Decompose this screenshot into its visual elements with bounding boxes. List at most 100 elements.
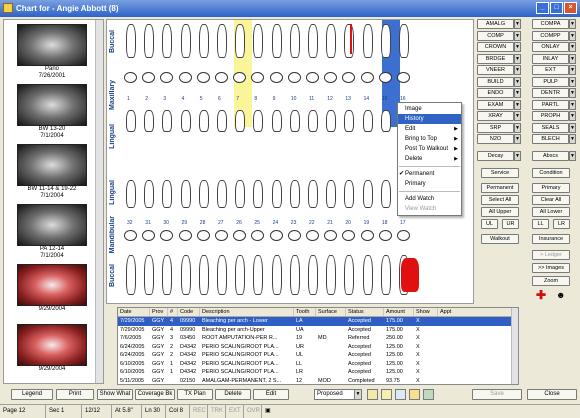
col-description[interactable]: Description — [200, 308, 294, 316]
chevron-down-icon[interactable]: ▼ — [514, 111, 521, 121]
lower-lingual-tooth[interactable] — [271, 180, 282, 208]
lower-occlusal-tooth[interactable] — [233, 230, 247, 241]
upper-buccal-tooth[interactable] — [289, 24, 300, 58]
col-show[interactable]: Show — [414, 308, 438, 316]
lower-buccal-tooth[interactable] — [344, 255, 355, 295]
col-tooth[interactable]: Tooth — [294, 308, 316, 316]
lower-lingual-tooth[interactable] — [126, 180, 136, 208]
proc-left-xray-button[interactable]: XRAY — [477, 111, 514, 121]
lower-occlusal-tooth[interactable] — [397, 230, 410, 241]
proc-left-amalg-button[interactable]: AMALG — [477, 19, 514, 29]
image-thumb[interactable]: 9/29/2004 — [10, 324, 94, 373]
lower-lingual-tooth[interactable] — [180, 180, 191, 208]
image-thumb[interactable]: Pano 7/26/2001 — [10, 24, 94, 80]
lr-button[interactable]: LR — [553, 219, 570, 229]
upper-buccal-tooth[interactable] — [126, 24, 136, 58]
proc-left-vneer-button[interactable]: VNEER — [477, 65, 514, 75]
primary-button[interactable]: Primary — [532, 183, 570, 193]
upper-buccal-tooth[interactable] — [362, 24, 373, 58]
lower-lingual-tooth[interactable] — [144, 180, 155, 208]
upper-occlusal-tooth[interactable] — [160, 72, 174, 83]
proc-left-brdge-button[interactable]: BRDGE — [477, 53, 514, 64]
camera-icon[interactable] — [423, 389, 434, 400]
lower-lingual-tooth[interactable] — [344, 180, 355, 208]
table-row[interactable]: 6/24/2005 GGY 2 D4342 PERIO SCALING/ROOT PLA… — [118, 343, 518, 352]
lower-buccal-tooth[interactable] — [308, 255, 318, 295]
proc-right-compp-button[interactable]: COMPP — [532, 30, 569, 41]
chevron-down-icon[interactable]: ▼ — [569, 19, 576, 29]
upper-lingual-tooth[interactable] — [126, 110, 136, 132]
chevron-down-icon[interactable]: ▼ — [514, 42, 521, 52]
menu-item-permanent[interactable]: ✔ Permanent — [398, 169, 461, 179]
proc-left-srp-button[interactable]: SRP — [477, 122, 514, 133]
table-row[interactable]: 6/24/2005 GGY 2 D4342 PERIO SCALING/ROOT PLA… — [118, 351, 518, 360]
chevron-down-icon[interactable]: ▼ — [514, 30, 521, 41]
lower-lingual-tooth[interactable] — [162, 180, 173, 208]
lower-lingual-tooth[interactable] — [289, 180, 300, 208]
chevron-down-icon[interactable]: ▼ — [514, 134, 521, 144]
chevron-down-icon[interactable]: ▼ — [569, 99, 576, 110]
lower-occlusal-tooth[interactable] — [160, 230, 174, 241]
lower-occlusal-tooth[interactable] — [269, 230, 283, 241]
upper-lingual-tooth[interactable] — [326, 110, 337, 132]
upper-lingual-tooth[interactable] — [162, 110, 173, 132]
proc-right-seals-button[interactable]: SEALS — [532, 122, 569, 133]
upper-lingual-tooth[interactable] — [308, 110, 318, 132]
lower-buccal-tooth[interactable] — [380, 255, 391, 295]
chevron-down-icon[interactable]: ▼ — [569, 42, 576, 52]
upper-lingual-tooth[interactable] — [253, 110, 264, 132]
lower-buccal-tooth[interactable] — [126, 255, 136, 295]
lower-occlusal-tooth[interactable] — [178, 230, 192, 241]
chevron-down-icon[interactable]: ▼ — [569, 65, 576, 75]
upper-buccal-tooth[interactable] — [198, 24, 209, 58]
grid-scrollbar[interactable] — [511, 308, 518, 384]
proc-left-crown-button[interactable]: CROWN — [477, 42, 514, 52]
lower-buccal-tooth[interactable] — [289, 255, 300, 295]
lower-buccal-tooth[interactable] — [198, 255, 209, 295]
chevron-down-icon[interactable]: ▼ — [514, 99, 521, 110]
clear-all-button[interactable]: Clear All — [532, 195, 570, 205]
upper-buccal-tooth[interactable] — [144, 24, 155, 58]
upper-lingual-tooth[interactable] — [217, 110, 227, 132]
upper-occlusal-tooth[interactable] — [178, 72, 192, 83]
upper-occlusal-tooth[interactable] — [124, 72, 137, 83]
proc-right-onlay-button[interactable]: ONLAY — [532, 42, 569, 52]
coverage-button[interactable]: Coverage Bk — [135, 389, 175, 400]
lower-buccal-tooth[interactable] — [217, 255, 227, 295]
show-what-button[interactable]: Show What — [97, 389, 133, 400]
color-picker-icon[interactable] — [381, 389, 392, 400]
ul-button[interactable]: UL — [481, 219, 498, 229]
upper-lingual-tooth[interactable] — [235, 110, 246, 132]
chevron-down-icon[interactable]: ▼ — [569, 134, 576, 144]
upper-occlusal-tooth[interactable] — [360, 72, 374, 83]
upper-buccal-tooth[interactable] — [162, 24, 173, 58]
images-button[interactable]: >> Images — [532, 263, 570, 273]
walkout-button[interactable]: Walkout — [481, 234, 519, 244]
chevron-down-icon[interactable]: ▼ — [514, 76, 521, 87]
image-panel-scrollbar[interactable] — [95, 20, 103, 383]
chevron-down-icon[interactable]: ▼ — [514, 53, 521, 64]
delete-button[interactable]: Delete — [215, 389, 251, 400]
lower-occlusal-tooth[interactable] — [196, 230, 210, 241]
proc-left-build-button[interactable]: BUILD — [477, 76, 514, 87]
upper-occlusal-tooth[interactable] — [142, 72, 156, 83]
chevron-down-icon[interactable]: ▼ — [514, 88, 521, 98]
lower-occlusal-tooth[interactable] — [251, 230, 265, 241]
decay-button[interactable]: Decay — [477, 151, 514, 161]
proc-right-pulp-button[interactable]: PULP — [532, 76, 569, 87]
upper-occlusal-tooth[interactable] — [306, 72, 319, 83]
chevron-down-icon[interactable]: ▼ — [569, 88, 576, 98]
upper-buccal-tooth[interactable] — [235, 24, 246, 58]
col-date[interactable]: Date — [118, 308, 150, 316]
all-lower-button[interactable]: All Lower — [532, 207, 570, 217]
proc-left-comp-button[interactable]: COMP — [477, 30, 514, 41]
menu-item-delete[interactable]: Delete ▶ — [398, 154, 461, 164]
service-button[interactable]: Service — [481, 168, 519, 178]
upper-occlusal-tooth[interactable] — [397, 72, 410, 83]
lower-buccal-tooth[interactable] — [362, 255, 373, 295]
menu-item-edit[interactable]: Edit ▶ — [398, 124, 461, 134]
all-upper-button[interactable]: All Upper — [481, 207, 519, 217]
tooth-toggle-icon[interactable] — [395, 389, 406, 400]
lower-buccal-tooth[interactable] — [162, 255, 173, 295]
proc-right-ext-button[interactable]: EXT — [532, 65, 569, 75]
